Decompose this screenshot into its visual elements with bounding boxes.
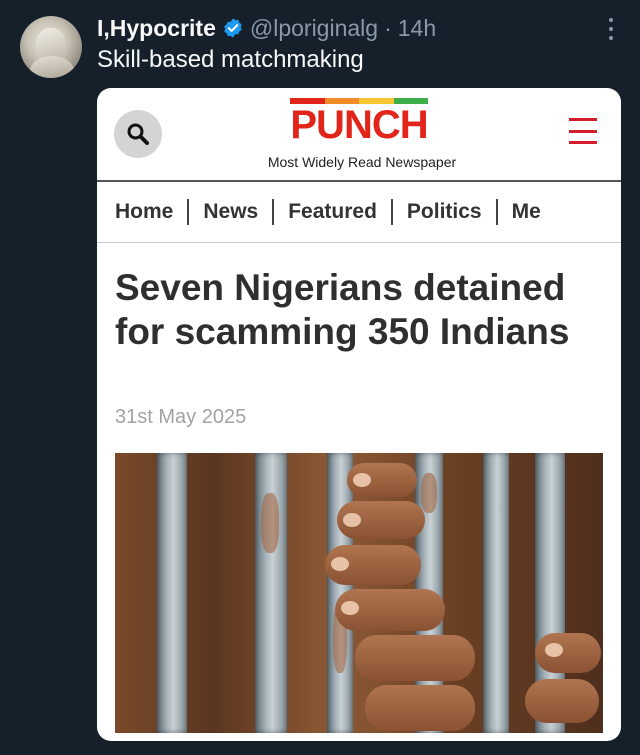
tweet-time[interactable]: 14h (398, 15, 436, 42)
nav-divider (187, 199, 190, 225)
fingernail (353, 473, 371, 487)
rust-spot (261, 493, 279, 553)
nav-divider (390, 199, 393, 225)
rust-spot (421, 473, 437, 513)
punch-logo[interactable]: PUNCH (259, 98, 459, 147)
author-handle[interactable]: @lporiginalg (250, 15, 378, 42)
nav-item-news[interactable]: News (203, 200, 258, 224)
search-icon[interactable] (114, 110, 162, 158)
tagline: Most Widely Read Newspaper (267, 154, 457, 170)
tweet-text: Skill-based matchmaking (97, 46, 364, 73)
prison-bars-photo[interactable] (115, 453, 603, 733)
article-date: 31st May 2025 (115, 406, 247, 428)
verified-badge-icon (224, 18, 242, 38)
nav-item-home[interactable]: Home (115, 200, 173, 224)
author-avatar[interactable] (20, 16, 82, 78)
nav-divider (495, 199, 498, 225)
fingernail (343, 513, 361, 527)
hamburger-menu-icon[interactable] (569, 118, 597, 144)
logo-text: PUNCH (290, 103, 428, 147)
fingernail (545, 643, 563, 657)
finger (365, 685, 475, 731)
nav-item-more[interactable]: Me (512, 200, 541, 224)
finger (525, 679, 599, 723)
fingernail (331, 557, 349, 571)
finger (355, 635, 475, 681)
avatar-statue-shoulders (30, 56, 74, 78)
fingernail (341, 601, 359, 615)
prison-bar (157, 453, 187, 733)
nav-divider (272, 199, 275, 225)
nav-item-politics[interactable]: Politics (407, 200, 482, 224)
article-headline[interactable]: Seven Nigerians detained for scamming 35… (115, 266, 605, 354)
attached-image-card[interactable]: PUNCH Most Widely Read Newspaper Home Ne… (97, 88, 621, 741)
nav-item-featured[interactable]: Featured (288, 200, 377, 224)
tweet-header: I,Hypocrite @lporiginalg · 14h (97, 14, 436, 42)
author-name[interactable]: I,Hypocrite (97, 15, 216, 42)
more-options-icon[interactable] (608, 18, 614, 40)
prison-bar (483, 453, 509, 733)
site-navigation: Home News Featured Politics Me (97, 180, 621, 243)
meta-separator: · (384, 14, 392, 41)
